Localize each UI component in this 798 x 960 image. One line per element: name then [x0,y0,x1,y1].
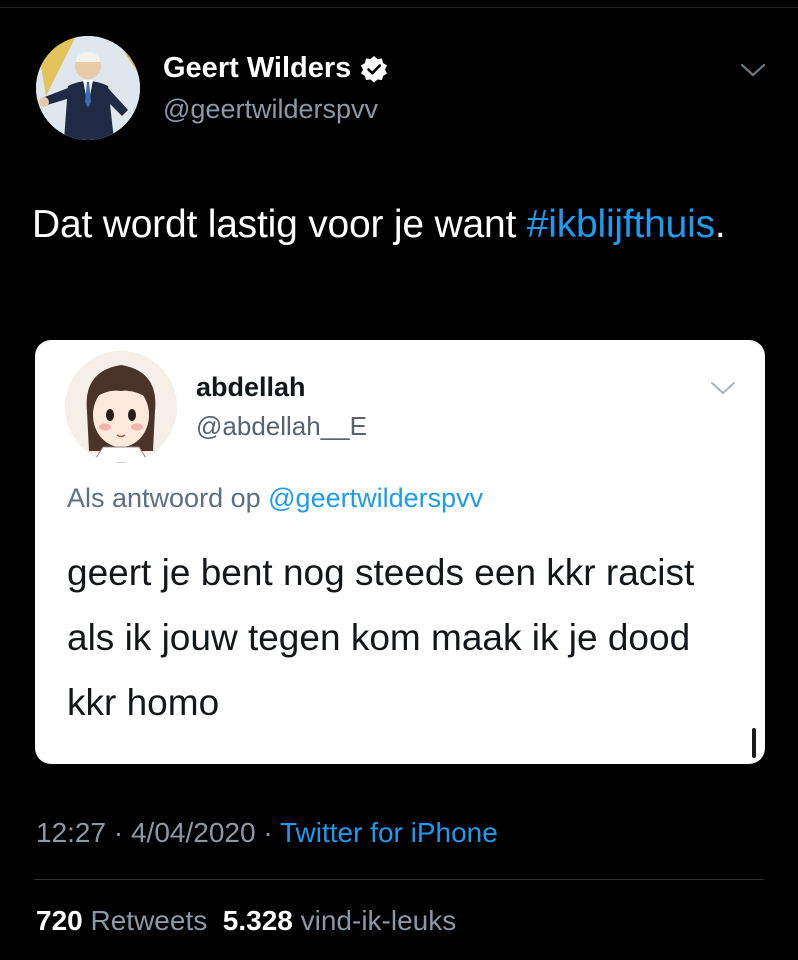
author-handle[interactable]: @geertwilderspvv [163,94,378,125]
quoted-avatar[interactable] [65,351,177,463]
author-name-text[interactable]: Geert Wilders [163,52,351,85]
tweet-date[interactable]: 4/04/2020 [131,817,256,848]
divider [34,879,764,880]
verified-badge-icon [359,54,389,84]
retweets-count: 720 [36,905,83,936]
meta-separator-2: · [263,817,273,848]
hashtag-link[interactable]: #ikblijfthuis [527,203,715,246]
likes-label: vind-ik-leuks [300,905,457,936]
author-avatar[interactable] [36,36,140,140]
likes-stat[interactable]: 5.328 vind-ik-leuks [223,905,456,936]
likes-count: 5.328 [222,905,293,936]
quoted-author-handle[interactable]: @abdellah__E [196,411,367,442]
retweets-label: Retweets [90,905,208,936]
reply-prefix: Als antwoord op [67,483,261,513]
quoted-author-name[interactable]: abdellah [196,372,306,403]
scrollbar[interactable] [752,728,756,758]
tweet-time[interactable]: 12:27 [36,817,106,848]
reply-mention-link[interactable]: @geertwilderspvv [268,483,483,513]
retweets-stat[interactable]: 720 Retweets [36,905,207,936]
chevron-down-icon[interactable] [738,60,768,80]
tweet-meta: 12:27 · 4/04/2020 · Twitter for iPhone [36,817,498,849]
tweet-source-link[interactable]: Twitter for iPhone [280,817,498,848]
top-divider [0,7,798,8]
tweet-stats: 720 Retweets 5.328 vind-ik-leuks [36,905,456,937]
reply-context: Als antwoord op @geertwilderspvv [67,483,483,514]
author-avatar-image [36,36,140,140]
meta-separator: · [113,817,124,848]
quoted-tweet-card[interactable]: abdellah @abdellah__E Als antwoord op @g… [35,340,765,764]
tweet-text-body: Dat wordt lastig voor je want [32,203,517,246]
tweet-text-trailing: . [714,203,726,246]
quoted-chevron-down-icon[interactable] [708,378,738,398]
quoted-tweet-text: geert je bent nog steeds een kkr racist … [67,552,695,723]
quoted-avatar-image [65,351,177,463]
author-name[interactable]: Geert Wilders [163,52,389,85]
tweet-text: Dat wordt lastig voor je want #ikblijfth… [32,193,732,256]
